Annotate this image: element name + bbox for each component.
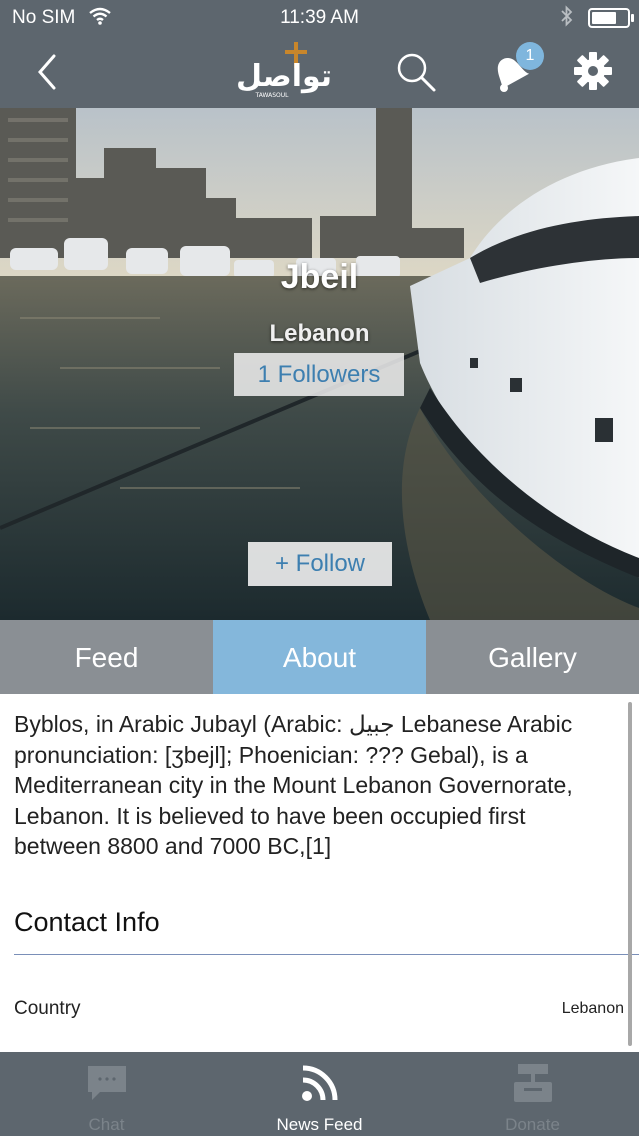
- notification-badge[interactable]: 1: [516, 42, 544, 70]
- battery-icon: [588, 8, 634, 28]
- bottom-tab-bar: Chat News Feed Donate: [0, 1052, 639, 1136]
- clock: 11:39 AM: [280, 7, 359, 28]
- tab-feed[interactable]: Feed: [0, 620, 213, 694]
- navigation-bar: تواصل TAWASOUL 1: [0, 36, 639, 108]
- country-field-label: Country: [14, 998, 81, 1019]
- top-bar: No SIM 11:39 AM تواصل TAWASOUL 1: [0, 0, 639, 108]
- tab-gallery[interactable]: Gallery: [426, 620, 639, 694]
- place-name: Jbeil: [280, 258, 359, 296]
- gear-icon[interactable]: [572, 50, 614, 92]
- search-icon[interactable]: [394, 50, 438, 94]
- tab-about[interactable]: About: [213, 620, 426, 694]
- divider: [14, 954, 639, 955]
- app-logo[interactable]: تواصل TAWASOUL: [226, 40, 342, 102]
- followers-count[interactable]: 1 Followers: [234, 353, 404, 396]
- rss-feed-icon: [299, 1062, 341, 1104]
- scrollbar[interactable]: [628, 702, 632, 1046]
- contact-info-heading: Contact Info: [14, 907, 160, 937]
- country-field-value: Lebanon: [561, 1000, 624, 1017]
- cover-photo: Jbeil Lebanon 1 Followers + Follow: [0, 108, 639, 620]
- bottom-tab-label: Chat: [88, 1115, 125, 1134]
- back-chevron-icon[interactable]: [30, 52, 66, 92]
- place-country: Lebanon: [269, 320, 370, 347]
- logo-text: تواصل: [236, 59, 332, 94]
- logo-subtext: TAWASOUL: [255, 92, 290, 99]
- donate-box-icon: [512, 1062, 554, 1104]
- about-description: Byblos, in Arabic Jubayl (Arabic: جبيل L…: [14, 711, 573, 859]
- bottom-tab-chat[interactable]: Chat: [0, 1052, 213, 1136]
- bluetooth-icon: [560, 5, 574, 33]
- bottom-tab-news-feed[interactable]: News Feed: [213, 1052, 426, 1136]
- follow-button[interactable]: + Follow: [248, 542, 392, 586]
- status-bar: No SIM 11:39 AM: [0, 0, 639, 36]
- bottom-tab-donate[interactable]: Donate: [426, 1052, 639, 1136]
- bottom-tab-label: Donate: [505, 1115, 560, 1134]
- profile-tabs: Feed About Gallery: [0, 620, 639, 694]
- chat-bubble-icon: [86, 1062, 128, 1104]
- bottom-tab-label: News Feed: [276, 1115, 363, 1134]
- about-panel: Byblos, in Arabic Jubayl (Arabic: جبيل L…: [0, 694, 639, 1052]
